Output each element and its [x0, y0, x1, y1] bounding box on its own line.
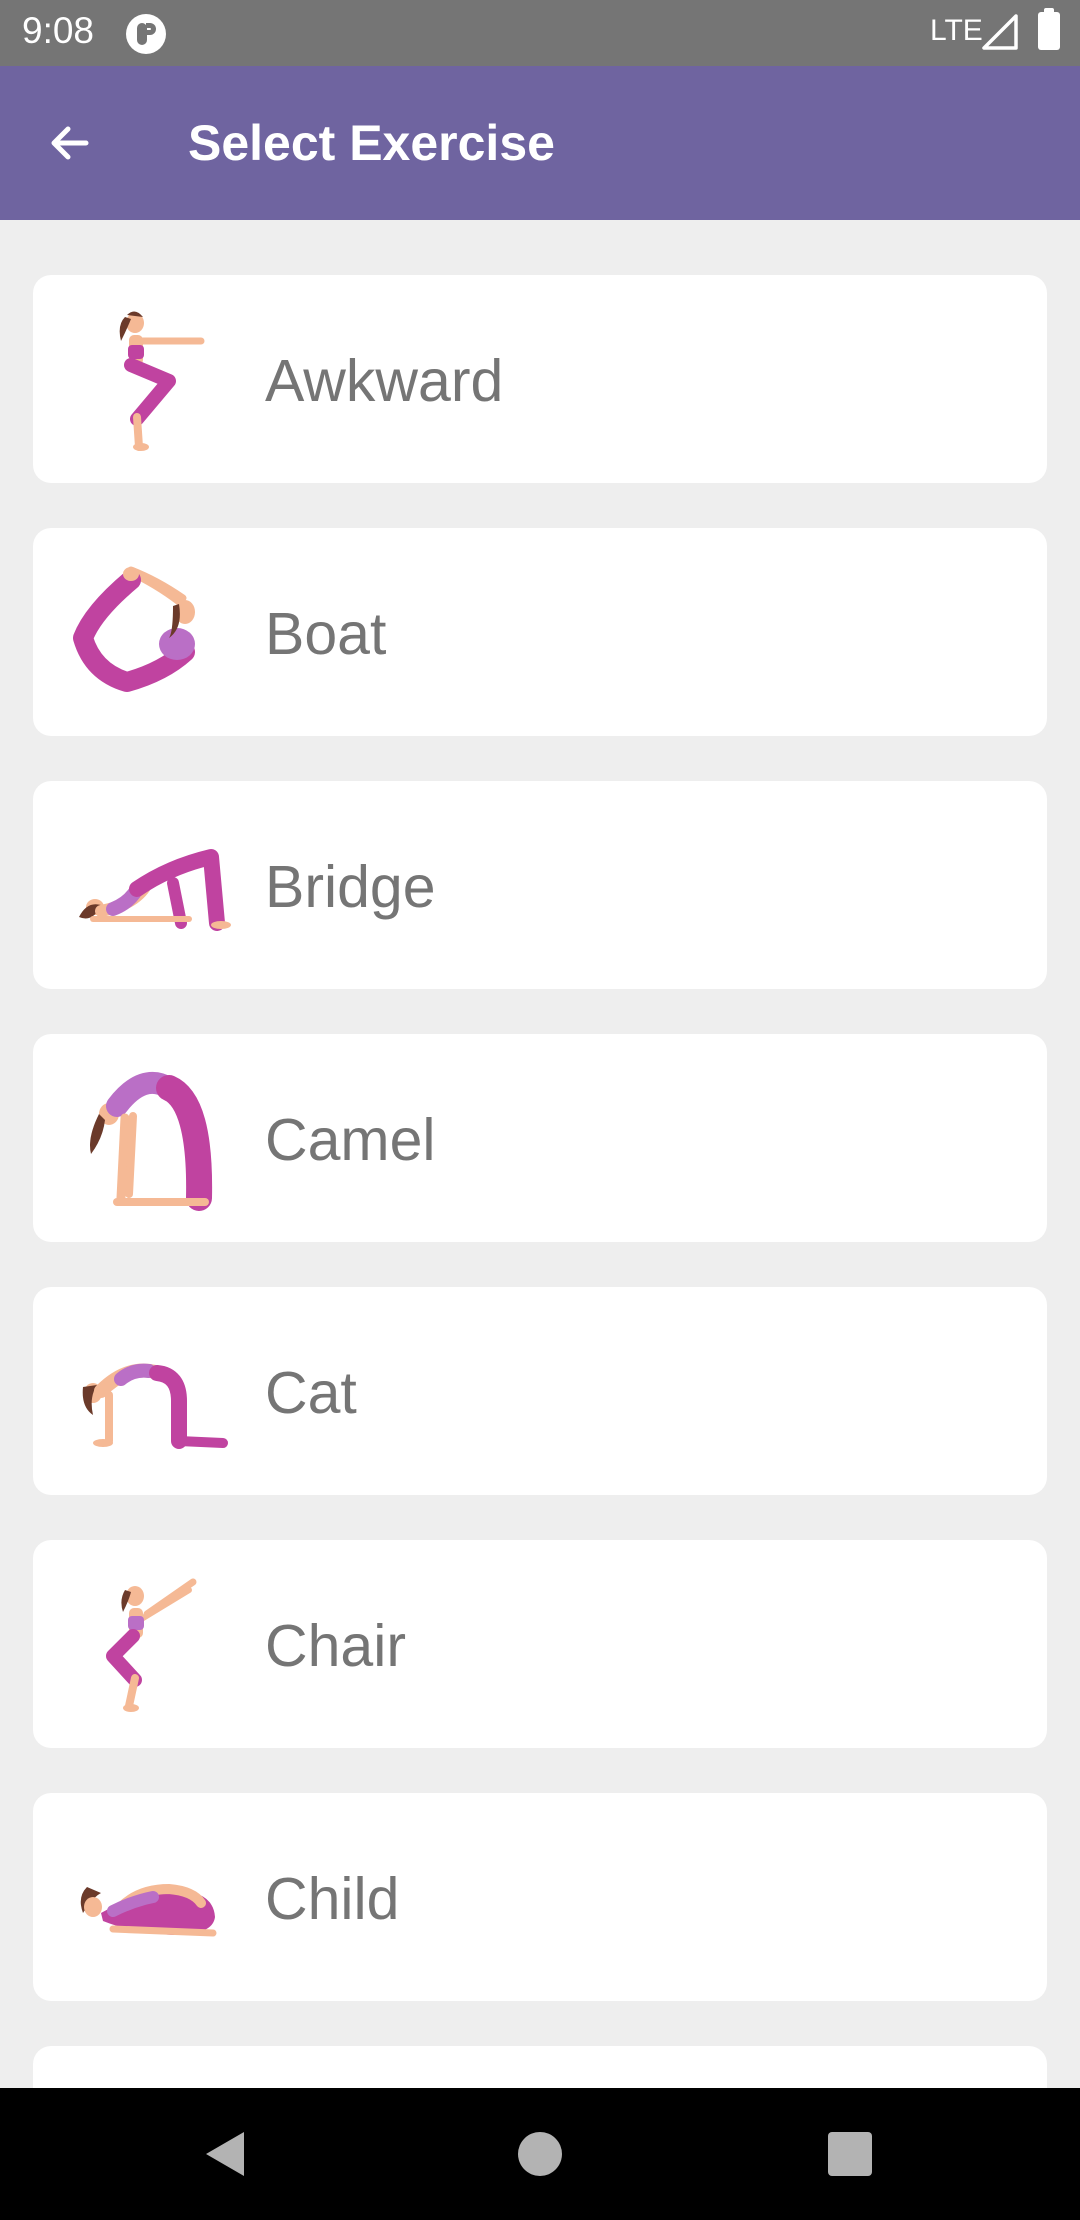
status-time: 9:08 [22, 10, 95, 51]
exercise-label: Cat [265, 1360, 357, 1426]
status-bar: 9:08 LTE [0, 0, 1080, 66]
arrow-left-icon [51, 126, 89, 160]
boat-pose-icon [73, 566, 195, 692]
exercise-card-bridge[interactable]: Bridge [33, 781, 1047, 989]
exercise-list[interactable]: Awkward Boat Bridge Camel Cat Chair Chil… [0, 220, 1080, 2088]
exercise-card-child[interactable]: Child [33, 1793, 1047, 2001]
camel-pose-icon [90, 1071, 213, 1211]
signal-icon [982, 14, 1018, 50]
navigation-bar [0, 2088, 1080, 2220]
page-title: Select Exercise [188, 115, 555, 171]
exercise-label: Chair [265, 1613, 406, 1679]
bridge-pose-icon [79, 849, 231, 931]
exercise-card-partial[interactable] [33, 2046, 1047, 2088]
exercise-card-chair[interactable]: Chair [33, 1540, 1047, 1748]
network-type: LTE [930, 14, 983, 47]
nav-recents-icon[interactable] [822, 2126, 878, 2182]
awkward-pose-icon [119, 311, 205, 451]
exercise-label: Child [265, 1866, 400, 1932]
exercise-label: Boat [265, 601, 387, 667]
exercise-card-awkward[interactable]: Awkward [33, 275, 1047, 483]
exercise-label: Bridge [265, 854, 436, 920]
nav-back-icon[interactable] [198, 2126, 254, 2182]
app-bar: Select Exercise [0, 66, 1080, 220]
battery-icon [1038, 8, 1060, 50]
exercise-label: Awkward [265, 348, 504, 414]
chair-pose-icon [106, 1578, 197, 1712]
exercise-card-camel[interactable]: Camel [33, 1034, 1047, 1242]
notification-icon [126, 14, 166, 54]
back-button[interactable] [30, 103, 110, 183]
exercise-card-boat[interactable]: Boat [33, 528, 1047, 736]
nav-home-icon[interactable] [512, 2126, 568, 2182]
exercise-label: Camel [265, 1107, 436, 1173]
cat-pose-icon [82, 1363, 228, 1449]
exercise-card-cat[interactable]: Cat [33, 1287, 1047, 1495]
child-pose-icon [80, 1883, 217, 1937]
